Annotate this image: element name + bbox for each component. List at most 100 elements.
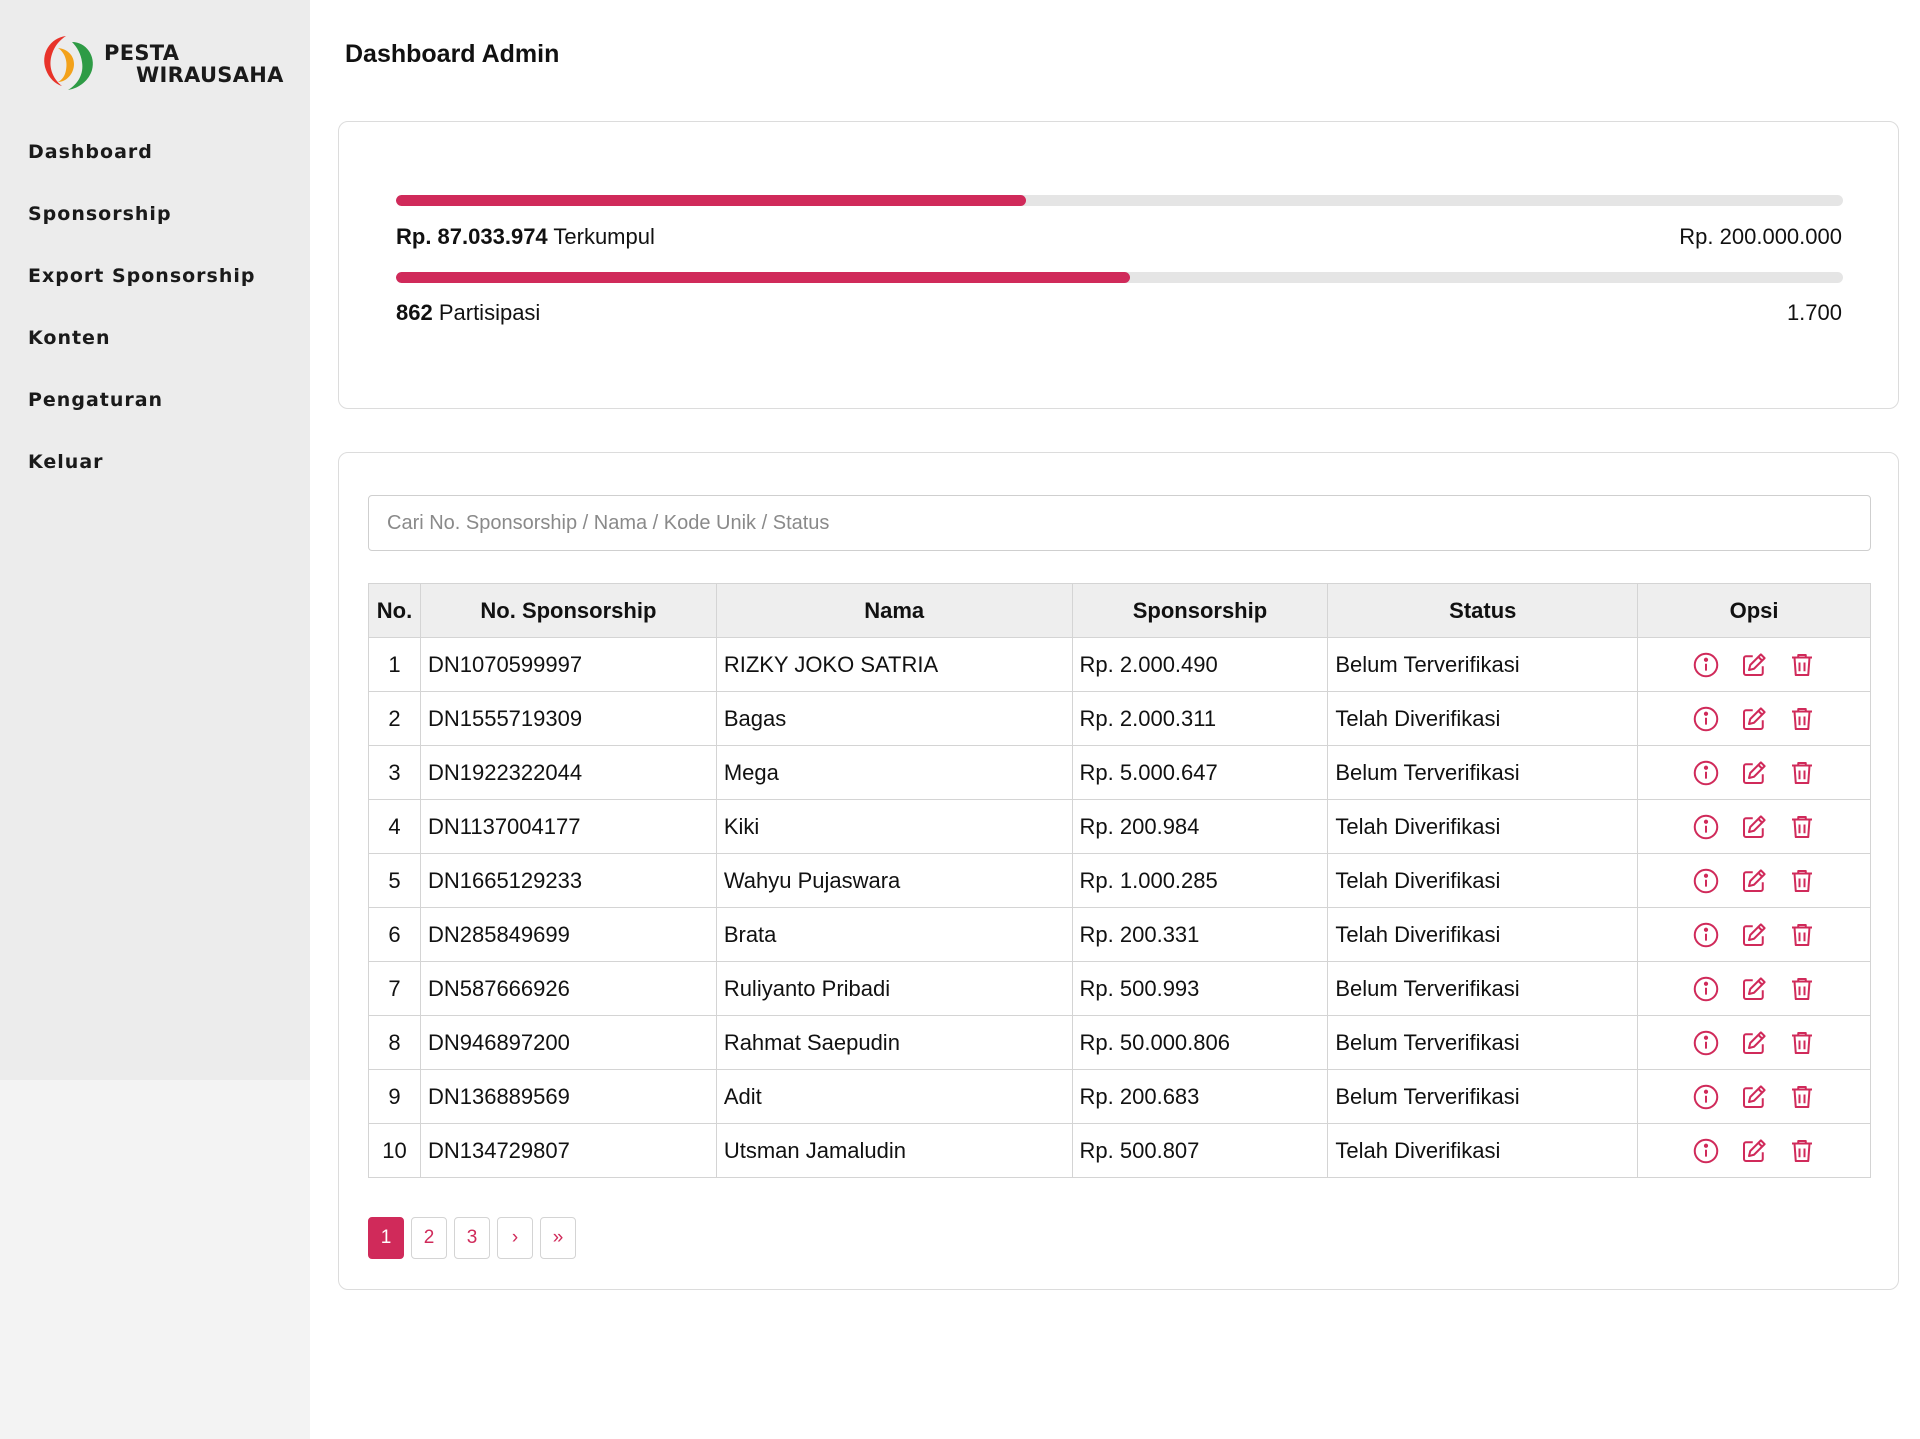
sponsorship-table-card: No. No. Sponsorship Nama Sponsorship Sta… [338,452,1899,1290]
edit-icon[interactable] [1739,650,1769,680]
cell-amount: Rp. 1.000.285 [1071,853,1329,908]
cell-no: 6 [368,907,421,962]
last-page-button[interactable]: » [540,1217,576,1259]
sidebar-item-dashboard[interactable]: Dashboard [28,138,256,200]
cell-sponsorship-no: DN946897200 [419,1015,717,1070]
cell-name: Utsman Jamaludin [715,1123,1073,1178]
cell-amount: Rp. 500.993 [1071,961,1329,1016]
brand-name: PESTA WIRAUSAHA [104,42,284,86]
cell-name: RIZKY JOKO SATRIA [715,637,1073,692]
sidebar-nav: Dashboard Sponsorship Export Sponsorship… [28,138,256,510]
table-row: 4 DN1137004177 Kiki Rp. 200.984 Telah Diveri… [368,799,1871,854]
column-header-sponsorship: Sponsorship [1071,583,1329,638]
sidebar-item-konten[interactable]: Konten [28,324,256,386]
cell-name: Kiki [715,799,1073,854]
participants-label: 862 Partisipasi [396,300,540,326]
trash-icon[interactable] [1787,1136,1817,1166]
cell-no: 10 [368,1123,421,1178]
info-icon[interactable] [1691,650,1721,680]
cell-sponsorship-no: DN134729807 [419,1123,717,1178]
info-icon[interactable] [1691,1136,1721,1166]
trash-icon[interactable] [1787,974,1817,1004]
participants-target: 1.700 [1786,300,1842,325]
cell-sponsorship-no: DN136889569 [419,1069,717,1124]
trash-icon[interactable] [1787,866,1817,896]
trash-icon[interactable] [1787,758,1817,788]
search-input[interactable] [368,495,1871,551]
brand-name-line1: PESTA [104,41,180,65]
cell-status: Belum Terverifikasi [1327,1069,1639,1124]
info-icon[interactable] [1691,758,1721,788]
table-row: 3 DN1922322044 Mega Rp. 5.000.647 Belum Terv… [368,745,1871,800]
table-row: 6 DN285849699 Brata Rp. 200.331 Telah Diveri… [368,907,1871,962]
sidebar-item-sponsorship[interactable]: Sponsorship [28,200,256,262]
funds-progress-bar [396,195,1843,206]
sidebar-item-keluar[interactable]: Keluar [28,448,256,510]
table-row: 2 DN1555719309 Bagas Rp. 2.000.311 Telah Div… [368,691,1871,746]
table-row: 1 DN1070599997 RIZKY JOKO SATRIA Rp. 2.000.… [368,637,1871,692]
info-icon[interactable] [1691,1082,1721,1112]
cell-status: Telah Diverifikasi [1327,907,1639,962]
cell-no: 9 [368,1069,421,1124]
sidebar-item-export-sponsorship[interactable]: Export Sponsorship [28,262,256,324]
info-icon[interactable] [1691,1028,1721,1058]
info-icon[interactable] [1691,704,1721,734]
cell-name: Adit [715,1069,1073,1124]
edit-icon[interactable] [1739,704,1769,734]
cell-name: Rahmat Saepudin [715,1015,1073,1070]
cell-sponsorship-no: DN1555719309 [419,691,717,746]
funds-collected-amount: Rp. 87.033.974 [396,224,548,249]
funds-collected-label: Rp. 87.033.974 Terkumpul [396,224,655,250]
logo-mark-icon [44,36,93,90]
edit-icon[interactable] [1739,1028,1769,1058]
page-button-1[interactable]: 1 [368,1217,404,1259]
progress-card: Rp. 87.033.974 Terkumpul Rp. 200.000.000… [338,121,1899,409]
cell-sponsorship-no: DN1922322044 [419,745,717,800]
info-icon[interactable] [1691,920,1721,950]
edit-icon[interactable] [1739,866,1769,896]
sidebar-item-pengaturan[interactable]: Pengaturan [28,386,256,448]
column-header-options: Opsi [1637,583,1871,638]
page-button-2[interactable]: 2 [411,1217,447,1259]
trash-icon[interactable] [1787,704,1817,734]
cell-sponsorship-no: DN285849699 [419,907,717,962]
edit-icon[interactable] [1739,974,1769,1004]
brand-logo[interactable]: PESTA WIRAUSAHA [36,30,283,96]
edit-icon[interactable] [1739,920,1769,950]
trash-icon[interactable] [1787,650,1817,680]
info-icon[interactable] [1691,812,1721,842]
sidebar: PESTA WIRAUSAHA Dashboard Sponsorship Ex… [0,0,310,1080]
cell-status: Belum Terverifikasi [1327,961,1639,1016]
funds-progress-fill [396,195,1026,206]
cell-options [1637,745,1871,800]
cell-options [1637,961,1871,1016]
edit-icon[interactable] [1739,1136,1769,1166]
cell-status: Telah Diverifikasi [1327,1123,1639,1178]
column-header-status: Status [1327,583,1639,638]
edit-icon[interactable] [1739,1082,1769,1112]
cell-status: Telah Diverifikasi [1327,853,1639,908]
cell-amount: Rp. 200.683 [1071,1069,1329,1124]
cell-options [1637,1069,1871,1124]
trash-icon[interactable] [1787,1082,1817,1112]
edit-icon[interactable] [1739,812,1769,842]
participants-suffix: Partisipasi [432,300,541,325]
next-page-button[interactable]: › [497,1217,533,1259]
cell-options [1637,853,1871,908]
trash-icon[interactable] [1787,1028,1817,1058]
cell-status: Telah Diverifikasi [1327,799,1639,854]
cell-amount: Rp. 200.331 [1071,907,1329,962]
participants-count: 862 [396,300,433,325]
page-title: Dashboard Admin [345,40,560,68]
info-icon[interactable] [1691,974,1721,1004]
cell-options [1637,799,1871,854]
cell-amount: Rp. 2.000.490 [1071,637,1329,692]
info-icon[interactable] [1691,866,1721,896]
trash-icon[interactable] [1787,920,1817,950]
cell-status: Belum Terverifikasi [1327,745,1639,800]
edit-icon[interactable] [1739,758,1769,788]
page-button-3[interactable]: 3 [454,1217,490,1259]
cell-options [1637,1123,1871,1178]
cell-amount: Rp. 50.000.806 [1071,1015,1329,1070]
trash-icon[interactable] [1787,812,1817,842]
